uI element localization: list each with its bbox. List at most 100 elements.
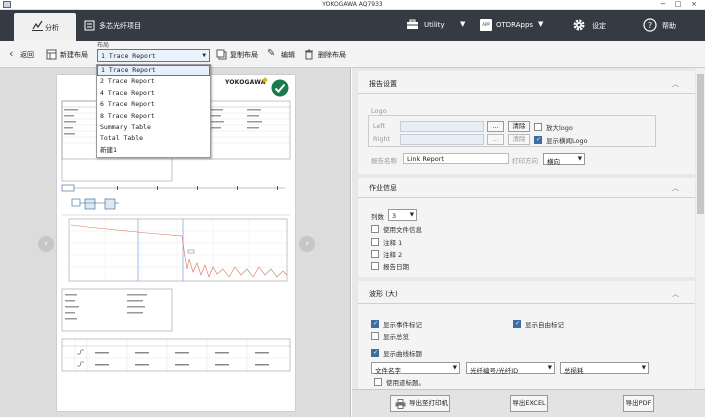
- note2-label: 注释 2: [383, 251, 403, 259]
- logo-left-clear-button[interactable]: 清除: [508, 121, 530, 132]
- print-direction-select[interactable]: 横向 ▼: [543, 153, 585, 166]
- curve-title-field1-select[interactable]: 文件名字 ▼: [371, 362, 460, 375]
- next-page-button[interactable]: ›: [299, 236, 315, 252]
- new-layout-icon: [46, 49, 57, 60]
- dropdown-item[interactable]: Summary Table: [97, 122, 210, 133]
- help-label: 帮助: [662, 22, 676, 30]
- utility-label: Utility: [424, 21, 445, 29]
- curve-title-field3-value: 总损耗: [564, 367, 584, 375]
- yokogawa-logo: YOKOGAWA: [225, 79, 266, 86]
- window-title: YOKOGAWA AQ7933: [322, 1, 383, 8]
- show-event-marker-checkbox[interactable]: [371, 320, 379, 328]
- logo-left-browse-button[interactable]: ...: [487, 121, 504, 132]
- help-button[interactable]: ? 帮助: [643, 15, 683, 35]
- divider: [358, 303, 695, 304]
- logo-right-browse-button[interactable]: ...: [487, 134, 504, 145]
- divider: [358, 197, 695, 198]
- minimize-button[interactable]: −: [657, 0, 669, 8]
- app-icon: APP: [480, 19, 492, 31]
- logo-right-field[interactable]: [400, 134, 484, 145]
- use-trace-title-label: 使用迹标题。: [386, 379, 425, 387]
- export-excel-button[interactable]: 导出EXCEL: [510, 395, 548, 412]
- back-label: 返回: [20, 51, 34, 59]
- report-settings-title[interactable]: 报告设置: [369, 79, 397, 89]
- otdrapps-button[interactable]: APP OTDRApps ▼: [480, 15, 548, 35]
- dropdown-item[interactable]: 4 Trace Report: [97, 88, 210, 99]
- maximize-button[interactable]: □: [672, 0, 684, 8]
- prev-page-button[interactable]: ‹: [38, 236, 54, 252]
- chevron-down-icon: ▼: [452, 365, 457, 371]
- note1-checkbox[interactable]: [371, 238, 379, 246]
- utility-button[interactable]: Utility ▼: [406, 15, 468, 35]
- chevron-down-icon: ▼: [538, 20, 544, 28]
- waveform-section: 波形 (大) ︿ 显示事件标记 显示自由标记 显示总览 显示曲线标题 文件名字 …: [358, 281, 695, 389]
- logo-left-field[interactable]: [400, 121, 484, 132]
- dropdown-item[interactable]: 2 Trace Report: [97, 76, 210, 87]
- edit-label: 编辑: [281, 51, 295, 59]
- tab-analysis[interactable]: 分析: [14, 13, 76, 41]
- note2-checkbox[interactable]: [371, 250, 379, 258]
- dropdown-item[interactable]: 8 Trace Report: [97, 111, 210, 122]
- collapse-icon[interactable]: ︿: [672, 289, 679, 299]
- chevron-down-icon: ▼: [641, 365, 646, 371]
- logo-right-label: Right: [373, 135, 391, 143]
- report-settings-section: 报告设置 ︿ Logo Left ... 清除 Right ... 清除 放大l…: [358, 71, 695, 174]
- analysis-icon: [32, 20, 43, 31]
- curve-title-field3-select[interactable]: 总损耗 ▼: [560, 362, 649, 375]
- copy-layout-button[interactable]: 复制布局: [216, 47, 262, 63]
- back-button[interactable]: ‹ 返回: [9, 47, 39, 63]
- settings-button[interactable]: 设定: [572, 15, 612, 35]
- use-trace-title-checkbox[interactable]: [374, 378, 382, 386]
- export-printer-button[interactable]: 导出至打印机: [390, 395, 450, 412]
- settings-scrollbar[interactable]: [696, 68, 705, 389]
- print-direction-value: 横向: [547, 158, 560, 166]
- job-info-title[interactable]: 作业信息: [369, 183, 397, 193]
- close-button[interactable]: ×: [688, 0, 700, 8]
- report-name-input[interactable]: Link Report: [403, 153, 509, 164]
- layout-select[interactable]: 1 Trace Report ▼: [97, 49, 210, 62]
- edit-button[interactable]: ✎ 编辑: [267, 47, 297, 63]
- chevron-left-icon: ‹: [9, 47, 14, 60]
- report-name-label: 报告名称: [371, 157, 397, 165]
- chevron-down-icon: ▼: [577, 156, 582, 162]
- otdrapps-label: OTDRApps: [496, 21, 534, 29]
- title-bar: YOKOGAWA AQ7933 − □ ×: [0, 0, 705, 10]
- layout-label: 布局: [97, 42, 110, 49]
- settings-label: 设定: [592, 22, 606, 30]
- delete-layout-button[interactable]: 删除布局: [304, 47, 352, 63]
- trash-icon: [305, 49, 313, 60]
- show-curve-title-checkbox[interactable]: [371, 349, 379, 357]
- collapse-icon[interactable]: ︿: [672, 183, 679, 193]
- report-date-checkbox[interactable]: [371, 262, 379, 270]
- dropdown-item[interactable]: 1 Trace Report: [97, 65, 210, 77]
- layout-dropdown-list: 1 Trace Report 2 Trace Report 4 Trace Re…: [96, 64, 211, 158]
- columns-select[interactable]: 3 ▼: [388, 209, 417, 221]
- collapse-icon[interactable]: ︿: [672, 79, 679, 89]
- scrollbar-thumb[interactable]: [697, 74, 704, 214]
- svg-text:?: ?: [648, 21, 652, 30]
- show-free-marker-checkbox[interactable]: [513, 320, 521, 328]
- waveform-title[interactable]: 波形 (大): [369, 289, 398, 299]
- export-bar: 导出至打印机 导出EXCEL 导出PDF: [352, 389, 705, 417]
- logo-left-label: Left: [373, 122, 386, 130]
- dropdown-item[interactable]: 新建1: [97, 145, 210, 156]
- dropdown-item[interactable]: 6 Trace Report: [97, 99, 210, 110]
- show-total-loss-label: 显示总览: [383, 333, 409, 341]
- pencil-icon: ✎: [267, 48, 276, 59]
- dropdown-item[interactable]: Total Table: [97, 133, 210, 144]
- show-landscape-logo-checkbox[interactable]: [534, 136, 542, 144]
- logo-group-label: Logo: [371, 107, 387, 115]
- show-total-loss-checkbox[interactable]: [371, 332, 379, 340]
- new-layout-button[interactable]: 新建布局: [46, 47, 94, 63]
- job-info-section: 作业信息 ︿ 列数 3 ▼ 使用文件信息 注释 1 注释 2 报告日期: [358, 178, 695, 277]
- use-file-info-checkbox[interactable]: [371, 225, 379, 233]
- logo-right-clear-button[interactable]: 清除: [508, 134, 530, 145]
- printer-icon: [395, 399, 406, 409]
- curve-title-field2-select[interactable]: 光纤编号/光纤ID ▼: [466, 362, 555, 375]
- tab-analysis-label: 分析: [45, 24, 59, 32]
- export-pdf-button[interactable]: 导出PDF: [623, 395, 654, 412]
- columns-label: 列数: [371, 213, 384, 221]
- enlarge-logo-checkbox[interactable]: [534, 123, 542, 131]
- curve-title-field2-value: 光纤编号/光纤ID: [470, 367, 519, 375]
- note1-label: 注释 1: [383, 239, 403, 247]
